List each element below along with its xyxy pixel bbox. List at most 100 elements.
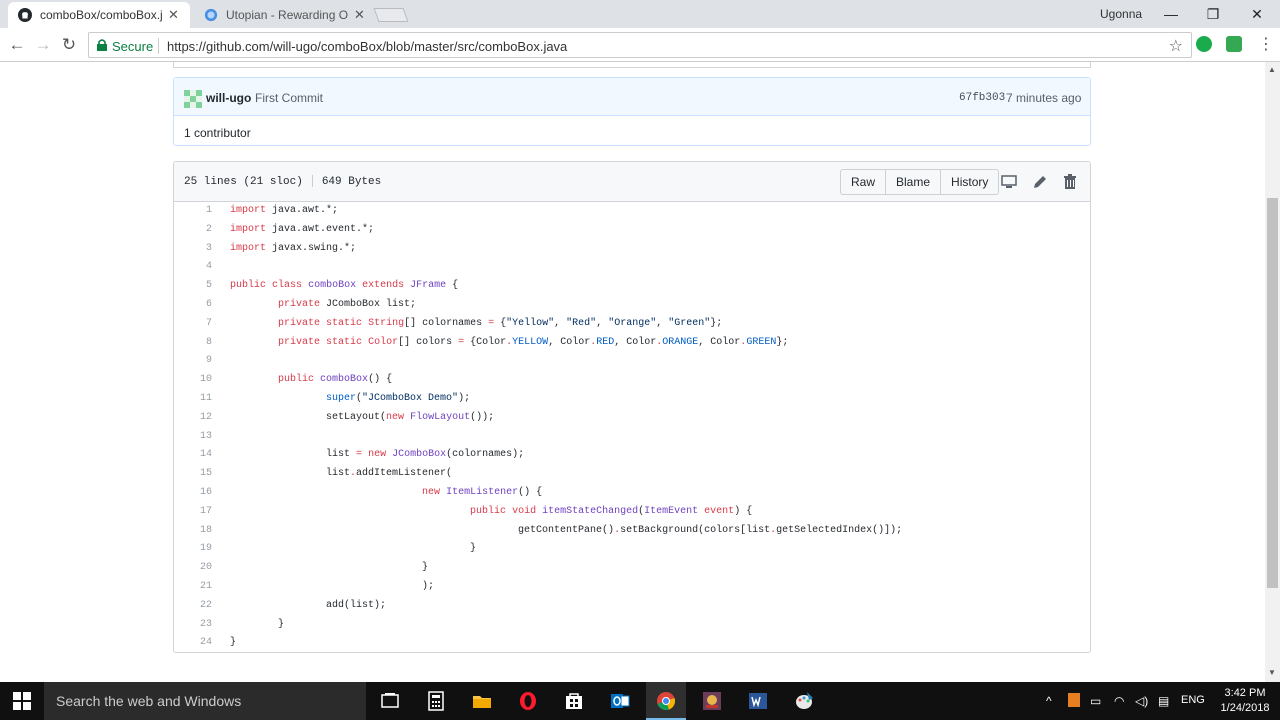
- tab-close-icon[interactable]: ✕: [168, 7, 179, 23]
- word-icon[interactable]: [747, 690, 769, 712]
- tray-app-icon[interactable]: [1068, 693, 1080, 707]
- line-number[interactable]: 9: [174, 355, 212, 366]
- code-line: 16 new ItemListener() {: [174, 484, 1090, 503]
- clock[interactable]: 3:42 PM 1/24/2018: [1218, 686, 1272, 716]
- line-number[interactable]: 6: [174, 299, 212, 310]
- line-number[interactable]: 3: [174, 243, 212, 254]
- tab-combobox[interactable]: comboBox/comboBox.ja ✕: [8, 2, 190, 28]
- line-number[interactable]: 19: [174, 543, 212, 554]
- line-number[interactable]: 16: [174, 487, 212, 498]
- commit-author[interactable]: will-ugo: [206, 91, 251, 105]
- line-number[interactable]: 7: [174, 318, 212, 329]
- line-number[interactable]: 17: [174, 506, 212, 517]
- profile-name[interactable]: Ugonna: [1100, 7, 1142, 21]
- task-view-icon[interactable]: [379, 690, 401, 712]
- chrome-menu-icon[interactable]: ⋮: [1258, 34, 1274, 54]
- code-token: "Green": [668, 317, 711, 329]
- secure-label: Secure: [112, 39, 154, 54]
- page-content: will-ugo First Commit 67fb303 7 minutes …: [0, 62, 1280, 682]
- tray-chevron-icon[interactable]: ^: [1046, 694, 1052, 708]
- line-number[interactable]: 15: [174, 468, 212, 479]
- pencil-icon[interactable]: [1032, 174, 1048, 190]
- code-token: import: [230, 205, 267, 216]
- reload-icon[interactable]: ↻: [58, 34, 80, 56]
- contributors-count[interactable]: 1 contributor: [184, 126, 251, 140]
- line-number[interactable]: 1: [174, 205, 212, 216]
- line-number[interactable]: 12: [174, 412, 212, 423]
- line-number[interactable]: 22: [174, 600, 212, 611]
- address-bar[interactable]: Secure https://github.com/will-ugo/combo…: [88, 32, 1192, 58]
- commit-sha[interactable]: 67fb303: [959, 92, 1005, 104]
- opera-icon[interactable]: [517, 690, 539, 712]
- line-number[interactable]: 21: [174, 581, 212, 592]
- game-app-icon[interactable]: [701, 690, 723, 712]
- line-number[interactable]: 4: [174, 261, 212, 272]
- url-text[interactable]: https://github.com/will-ugo/comboBox/blo…: [167, 39, 567, 54]
- tab-utopian[interactable]: Utopian - Rewarding Op ✕: [194, 2, 374, 28]
- page-scrollbar[interactable]: ▲ ▼: [1265, 62, 1280, 682]
- volume-icon[interactable]: ◁): [1135, 694, 1148, 708]
- windows-start-icon[interactable]: [13, 692, 31, 710]
- raw-button[interactable]: Raw: [841, 170, 887, 194]
- code-token: setBackground(colors[list: [620, 524, 771, 536]
- outlook-icon[interactable]: [609, 690, 631, 712]
- code-text: }: [230, 619, 284, 630]
- code-token: setLayout(: [230, 411, 387, 423]
- code-token: };: [776, 336, 789, 348]
- bookmark-star-icon[interactable]: ☆: [1169, 36, 1183, 56]
- line-number[interactable]: 11: [174, 393, 212, 404]
- line-number[interactable]: 13: [174, 431, 212, 442]
- code-token: , Color: [548, 336, 591, 348]
- line-number[interactable]: 2: [174, 224, 212, 235]
- extension-badge-icon[interactable]: [1226, 36, 1242, 52]
- language-indicator[interactable]: ENG: [1181, 694, 1205, 706]
- commit-message[interactable]: First Commit: [255, 91, 323, 105]
- code-token: {: [446, 280, 459, 292]
- divider: [311, 175, 313, 187]
- battery-icon[interactable]: ▭: [1090, 694, 1101, 708]
- extension-icon[interactable]: [1196, 36, 1212, 52]
- paint-icon[interactable]: [793, 690, 815, 712]
- scroll-thumb[interactable]: [1267, 198, 1278, 588]
- store-icon[interactable]: [563, 690, 585, 712]
- action-center-icon[interactable]: ▤: [1158, 694, 1169, 708]
- history-button[interactable]: History: [941, 170, 998, 194]
- file-explorer-icon[interactable]: [471, 690, 493, 712]
- code-token: import: [230, 223, 267, 235]
- line-number[interactable]: 8: [174, 337, 212, 348]
- line-number[interactable]: 20: [174, 562, 212, 573]
- chrome-icon[interactable]: [655, 690, 677, 712]
- line-number[interactable]: 18: [174, 525, 212, 536]
- line-number[interactable]: 10: [174, 374, 212, 385]
- desktop-icon[interactable]: [1001, 174, 1017, 190]
- file-header: 25 lines (21 sloc) 649 Bytes Raw Blame Hi…: [174, 162, 1090, 202]
- minimize-icon[interactable]: —: [1156, 3, 1186, 25]
- line-number[interactable]: 23: [174, 619, 212, 630]
- calculator-icon[interactable]: [425, 690, 447, 712]
- code-text: import java.awt.event.*;: [230, 224, 374, 235]
- avatar[interactable]: [184, 90, 202, 108]
- code-text: public void itemStateChanged(ItemEvent e…: [230, 506, 752, 517]
- line-number[interactable]: 5: [174, 280, 212, 291]
- blame-button[interactable]: Blame: [886, 170, 942, 194]
- restore-icon[interactable]: ❐: [1198, 3, 1228, 25]
- taskbar-search-placeholder[interactable]: Search the web and Windows: [56, 693, 241, 709]
- trash-icon[interactable]: [1062, 174, 1078, 190]
- line-number[interactable]: 14: [174, 449, 212, 460]
- back-arrow-icon[interactable]: ←: [6, 34, 28, 56]
- new-tab-button[interactable]: [373, 8, 409, 22]
- code-line: 10 public comboBox() {: [174, 371, 1090, 390]
- scroll-up-icon[interactable]: ▲: [1268, 65, 1276, 74]
- code-text: }: [230, 562, 428, 573]
- file-viewer: 25 lines (21 sloc) 649 Bytes Raw Blame Hi…: [173, 161, 1091, 653]
- close-window-icon[interactable]: ✕: [1242, 3, 1272, 25]
- forward-arrow-icon[interactable]: →: [32, 34, 54, 56]
- tab-close-icon[interactable]: ✕: [354, 7, 365, 23]
- wifi-icon[interactable]: ◠: [1114, 694, 1124, 708]
- code-text: private JComboBox list;: [230, 299, 416, 310]
- line-number[interactable]: 24: [174, 637, 212, 648]
- code-token: list: [230, 468, 351, 480]
- code-body: 1 import java.awt.*; 2 import java.awt.even…: [174, 202, 1090, 652]
- scroll-down-icon[interactable]: ▼: [1268, 668, 1276, 677]
